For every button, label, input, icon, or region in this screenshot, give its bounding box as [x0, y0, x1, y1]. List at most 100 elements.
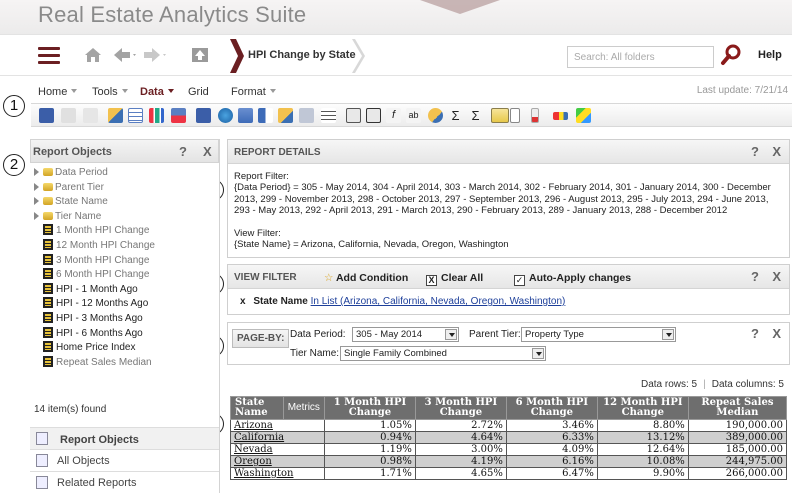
- metric-item[interactable]: 12 Month HPI Change: [34, 238, 155, 254]
- remove-condition-icon[interactable]: x: [240, 296, 246, 307]
- pencil-icon[interactable]: [278, 108, 293, 123]
- help-icon[interactable]: ?: [751, 144, 759, 159]
- state-cell[interactable]: Oregon: [230, 455, 325, 468]
- grid-graph-icon[interactable]: [171, 108, 186, 123]
- help-icon[interactable]: ?: [751, 326, 759, 341]
- menu-icon[interactable]: [38, 47, 60, 65]
- sum-icon[interactable]: Σ: [448, 108, 463, 123]
- hierarchy-icon[interactable]: [428, 108, 443, 123]
- clear-filter-icon[interactable]: [299, 108, 314, 123]
- clear-all-button[interactable]: X Clear All: [426, 272, 483, 286]
- home-icon[interactable]: [84, 46, 102, 68]
- title-decoration: [420, 0, 500, 14]
- menu-format[interactable]: Format: [231, 86, 276, 98]
- menu-grid[interactable]: Grid: [188, 86, 209, 98]
- color-icon[interactable]: [576, 108, 591, 123]
- save-as-icon[interactable]: [196, 108, 211, 123]
- redo-icon[interactable]: [83, 108, 98, 123]
- metric-item[interactable]: 3 Month HPI Change: [34, 253, 155, 269]
- up-folder-icon[interactable]: [191, 46, 209, 68]
- help-icon[interactable]: ?: [751, 269, 759, 284]
- value-cell: 185,000.00: [687, 443, 788, 456]
- totals-icon[interactable]: Σ: [468, 108, 483, 123]
- thermometer-icon[interactable]: [531, 108, 539, 123]
- tab-related-reports[interactable]: Related Reports: [30, 471, 219, 493]
- refresh-icon[interactable]: [346, 108, 361, 123]
- tab-all-objects[interactable]: All Objects: [30, 449, 219, 471]
- metric-header[interactable]: Repeat Sales Median: [687, 396, 788, 420]
- menu-data[interactable]: Data: [140, 86, 174, 98]
- report-objects-title: Report Objects: [33, 146, 112, 158]
- attribute-item[interactable]: Tier Name: [34, 210, 155, 225]
- parent-tier-select[interactable]: Property Type: [521, 327, 676, 342]
- close-icon[interactable]: X: [772, 269, 781, 284]
- metric-header[interactable]: 12 Month HPI Change: [596, 396, 689, 420]
- metric-item[interactable]: HPI - 6 Months Ago: [34, 326, 155, 342]
- breadcrumb-report-title[interactable]: HPI Change by State: [248, 49, 356, 61]
- pivot-icon[interactable]: [108, 108, 123, 123]
- expand-icon[interactable]: [34, 197, 39, 206]
- highlight-dropdown-icon[interactable]: [510, 108, 520, 123]
- threshold-icon[interactable]: [553, 112, 568, 120]
- state-cell[interactable]: Arizona: [230, 419, 325, 432]
- search-input[interactable]: Search: All folders: [567, 46, 714, 68]
- metric-header[interactable]: 3 Month HPI Change: [414, 396, 507, 420]
- graph-view-icon[interactable]: [149, 108, 164, 123]
- attribute-icon: [43, 168, 53, 176]
- attribute-item[interactable]: Data Period: [34, 166, 155, 181]
- metric-item[interactable]: Repeat Sales Median: [34, 355, 155, 371]
- table-row: Oregon 0.98% 4.19% 6.16% 10.08% 244,975.…: [230, 455, 788, 468]
- save-icon[interactable]: [39, 108, 54, 123]
- subtotals-icon[interactable]: [321, 108, 336, 123]
- highlight-icon[interactable]: [491, 108, 509, 123]
- value-cell: 3.46%: [505, 419, 598, 432]
- metric-header[interactable]: 1 Month HPI Change: [323, 396, 416, 420]
- metric-header[interactable]: 6 Month HPI Change: [505, 396, 598, 420]
- search-icon[interactable]: [720, 43, 742, 67]
- insert-function-icon[interactable]: f: [386, 108, 401, 123]
- metric-icon: [43, 268, 53, 280]
- filter-icon[interactable]: [238, 108, 253, 123]
- attribute-item[interactable]: State Name: [34, 195, 155, 210]
- back-icon[interactable]: [112, 46, 138, 68]
- rename-icon[interactable]: ab: [406, 108, 421, 123]
- undo-icon[interactable]: [61, 108, 76, 123]
- expand-icon[interactable]: [34, 168, 39, 176]
- menu-home[interactable]: Home: [38, 86, 78, 98]
- state-cell[interactable]: Washington: [230, 467, 325, 480]
- add-condition-button[interactable]: ☆ Add Condition: [324, 272, 408, 284]
- tab-report-objects[interactable]: Report Objects: [30, 427, 219, 449]
- help-icon[interactable]: ?: [179, 144, 187, 159]
- metric-item[interactable]: HPI - 12 Months Ago: [34, 297, 155, 312]
- metric-item[interactable]: 6 Month HPI Change: [34, 268, 155, 283]
- metric-item[interactable]: HPI - 3 Months Ago: [34, 311, 155, 327]
- expand-icon[interactable]: [34, 211, 39, 220]
- metrics-header[interactable]: Metrics: [282, 396, 325, 420]
- expand-icon[interactable]: [34, 182, 39, 191]
- grid-view-icon[interactable]: [128, 108, 143, 123]
- menu-tools[interactable]: Tools: [92, 86, 128, 98]
- condition-value-link[interactable]: In List (Arizona, California, Nevada, Or…: [311, 296, 566, 307]
- clear-all-icon: X: [426, 275, 437, 286]
- state-name-header[interactable]: State Name: [230, 396, 284, 420]
- data-period-select[interactable]: 305 - May 2014: [352, 327, 459, 342]
- report-objects-panel: Report Objects ? X Data Period Parent Ti…: [30, 139, 220, 493]
- close-icon[interactable]: X: [772, 144, 781, 159]
- sort-icon[interactable]: [258, 108, 273, 123]
- tier-name-select[interactable]: Single Family Combined: [340, 346, 546, 361]
- report-details-panel: REPORT DETAILS ? X Report Filter: {Data …: [227, 139, 790, 258]
- attribute-item[interactable]: Parent Tier: [34, 181, 155, 196]
- help-link[interactable]: Help: [758, 49, 782, 61]
- metric-item[interactable]: 1 Month HPI Change: [34, 224, 155, 239]
- state-cell[interactable]: Nevada: [230, 443, 325, 456]
- metric-item[interactable]: HPI - 1 Month Ago: [34, 282, 155, 298]
- auto-apply-checkbox[interactable]: ✓ Auto-Apply changes: [514, 272, 631, 286]
- report-details-text: Report Filter: {Data Period} = 305 - May…: [234, 171, 784, 250]
- close-icon[interactable]: X: [772, 326, 781, 341]
- export-icon[interactable]: [366, 108, 381, 123]
- forward-icon[interactable]: [142, 46, 168, 68]
- state-cell[interactable]: California: [230, 431, 325, 444]
- metric-item[interactable]: Home Price Index: [34, 341, 155, 356]
- world-icon[interactable]: [218, 108, 233, 123]
- close-icon[interactable]: X: [203, 144, 212, 159]
